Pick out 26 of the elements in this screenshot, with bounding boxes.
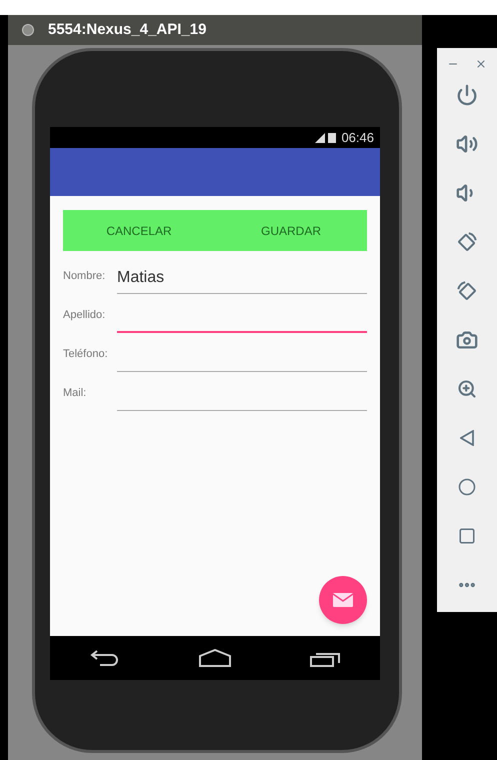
zoom-icon[interactable] (457, 378, 477, 398)
mail-fab[interactable] (319, 576, 367, 624)
action-button[interactable]: GUARDAR (215, 210, 367, 251)
action-button[interactable]: CANCELAR (63, 210, 215, 251)
window-title: 5554:Nexus_4_API_19 (48, 20, 206, 40)
overview-square-icon[interactable] (458, 526, 476, 544)
rotate-left-icon[interactable] (456, 230, 478, 252)
home-circle-icon[interactable] (458, 478, 476, 496)
battery-icon (328, 132, 336, 143)
power-icon[interactable] (456, 84, 478, 106)
field-label: Apellido: (63, 308, 106, 322)
close-icon[interactable] (475, 58, 487, 70)
field-label: Nombre: (63, 268, 106, 284)
home-icon[interactable] (198, 649, 231, 667)
camera-icon[interactable] (456, 328, 478, 350)
status-time: 06:46 (341, 128, 374, 147)
back-triangle-icon[interactable] (460, 430, 474, 446)
window-menu-icon[interactable] (22, 24, 34, 36)
back-icon[interactable] (90, 649, 120, 667)
field-label: Teléfono: (63, 346, 109, 362)
signal-icon (315, 132, 326, 142)
volume-up-icon[interactable] (456, 132, 478, 154)
envelope-icon (333, 593, 353, 607)
rotate-right-icon[interactable] (456, 280, 478, 302)
field-label: Mail: (63, 386, 88, 400)
text-field[interactable]: Matias (117, 264, 367, 294)
